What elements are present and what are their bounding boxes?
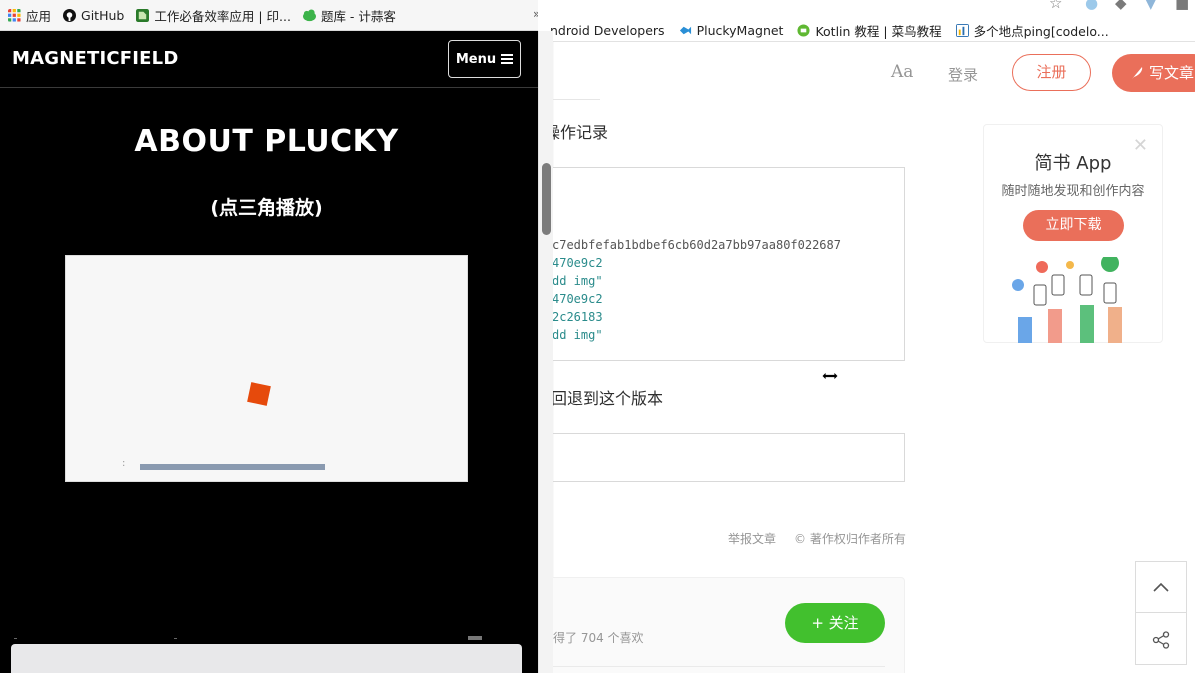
author-card: 得了 704 个喜欢 + 关注 (548, 577, 905, 673)
playhead-marker: : (122, 458, 126, 469)
toolbar-icons: ☆ ● ◆ ▼ ■ (1049, 0, 1195, 12)
ad-title: 简书 App (1034, 153, 1112, 174)
bookmark-github[interactable]: GitHub (63, 8, 124, 23)
write-article-button[interactable]: 写文章 (1112, 54, 1195, 92)
jianshu-header: Aa 登录 注册 写文章 (538, 42, 1195, 100)
site-navbar: MAGNETICFIELD Menu (0, 31, 538, 88)
side-toolbar (1135, 561, 1187, 665)
more-bookmarks-button[interactable]: » (533, 7, 538, 21)
background-browser-window: ☆ ● ◆ ▼ ■ ndroid Developers PluckyMagnet… (538, 0, 1195, 673)
divider (548, 99, 600, 100)
back-to-top-button[interactable] (1136, 562, 1186, 613)
section-title-history: 操作记录 (544, 123, 609, 142)
app-download-ad: ✕ 简书 App 随时随地发现和创作内容 立即下载 (983, 124, 1163, 343)
follow-button[interactable]: + 关注 (785, 603, 885, 643)
bookmark-label: 多个地点ping[codelo... (973, 23, 1109, 39)
code-line: dd img" (552, 274, 603, 288)
section-title-rollback: 回退到这个版本 (551, 389, 664, 408)
login-link[interactable]: 登录 (948, 64, 978, 85)
extension-icon-3[interactable]: ▼ (1145, 0, 1157, 12)
bookmark-label: PluckyMagnet (696, 22, 784, 38)
bookmark-label: 应用 (26, 9, 52, 24)
video-progress-bar[interactable] (140, 464, 325, 470)
site-brand[interactable]: MAGNETICFIELD (12, 48, 178, 69)
hands-phones-illustration (1012, 257, 1122, 343)
extension-icon[interactable]: ● (1085, 0, 1098, 12)
bookmark-evernote[interactable]: 工作必备效率应用 | 印... (136, 6, 291, 25)
hamburger-icon (501, 54, 514, 64)
code-line: 470e9c2 (552, 256, 603, 270)
code-line: dd img" (552, 328, 603, 342)
chevron-up-icon (1153, 582, 1169, 592)
page-edge-marks (14, 636, 482, 640)
bookmark-label: 题库 - 计蒜客 (320, 9, 396, 24)
jisuanke-icon (302, 9, 316, 22)
bookmarks-bar: ☆ ● ◆ ▼ ■ ndroid Developers PluckyMagnet… (538, 0, 1195, 42)
bookmark-android-developers[interactable]: ndroid Developers (550, 23, 665, 38)
divider (549, 666, 885, 667)
ad-subtitle: 随时随地发现和创作内容 (1001, 184, 1145, 199)
bookmark-label: GitHub (81, 8, 125, 23)
chart-icon (955, 23, 969, 37)
resize-cursor-icon (821, 371, 839, 381)
code-line: c7edbfefab1bdbef6cb60d2a7bb97aa80f022687 (552, 238, 841, 252)
menu-button[interactable]: Menu (448, 40, 521, 78)
code-block-2 (548, 433, 905, 482)
play-hint-text: (点三角播放) (210, 197, 323, 219)
bookmark-label: ndroid Developers (550, 22, 665, 38)
extension-icon-2[interactable]: ◆ (1115, 0, 1127, 12)
scrollbar[interactable] (538, 31, 553, 673)
feather-icon (1132, 67, 1143, 79)
extension-icon-4[interactable]: ■ (1175, 0, 1189, 12)
share-button[interactable] (1136, 614, 1186, 665)
video-player[interactable]: : (65, 255, 468, 482)
copyright-text: © 著作权归作者所有 (794, 532, 906, 546)
apps-grid-icon (8, 9, 21, 22)
font-size-toggle[interactable]: Aa (891, 62, 913, 82)
bookmark-jisuanke[interactable]: 题库 - 计蒜客 (302, 6, 396, 25)
star-icon[interactable]: ☆ (1049, 0, 1062, 12)
bookmark-label: 工作必备效率应用 | 印... (154, 9, 291, 24)
bookmark-apps[interactable]: 应用 (8, 6, 51, 25)
page-title: ABOUT PLUCKY (134, 124, 399, 159)
bookmark-label: Kotlin 教程 | 菜鸟教程 (815, 23, 942, 39)
register-button[interactable]: 注册 (1012, 54, 1091, 91)
fish-icon (679, 26, 691, 34)
bookmarks-bar: 应用 GitHub 工作必备效率应用 | 印... 题库 - 计蒜客 » (0, 0, 538, 31)
code-block: c7edbfefab1bdbef6cb60d2a7bb97aa80f022687… (548, 167, 905, 361)
bookmark-ping[interactable]: 多个地点ping[codelo... (955, 21, 1109, 40)
code-line: 2c26183 (552, 310, 603, 324)
download-button[interactable]: 立即下载 (1023, 210, 1124, 241)
article-footer: 举报文章 © 著作权归作者所有 (728, 530, 906, 547)
animated-square (247, 382, 271, 406)
foreground-browser-window: 应用 GitHub 工作必备效率应用 | 印... 题库 - 计蒜客 » MAG… (0, 0, 538, 673)
bookmark-pluckymagnet[interactable]: PluckyMagnet (679, 22, 784, 38)
write-article-label: 写文章 (1149, 64, 1195, 82)
share-icon (1152, 630, 1170, 649)
evernote-icon (136, 9, 150, 22)
desktop: ☆ ● ◆ ▼ ■ ndroid Developers PluckyMagnet… (0, 0, 1195, 673)
menu-label: Menu (455, 51, 497, 67)
scrollbar-thumb[interactable] (542, 163, 551, 235)
report-link[interactable]: 举报文章 (728, 530, 776, 547)
runoob-icon (797, 23, 810, 37)
likes-count: 得了 704 个喜欢 (553, 631, 644, 645)
bottom-panel (11, 644, 522, 673)
bookmark-kotlin[interactable]: Kotlin 教程 | 菜鸟教程 (797, 21, 942, 40)
github-icon (63, 9, 77, 22)
code-line: 470e9c2 (552, 292, 603, 306)
